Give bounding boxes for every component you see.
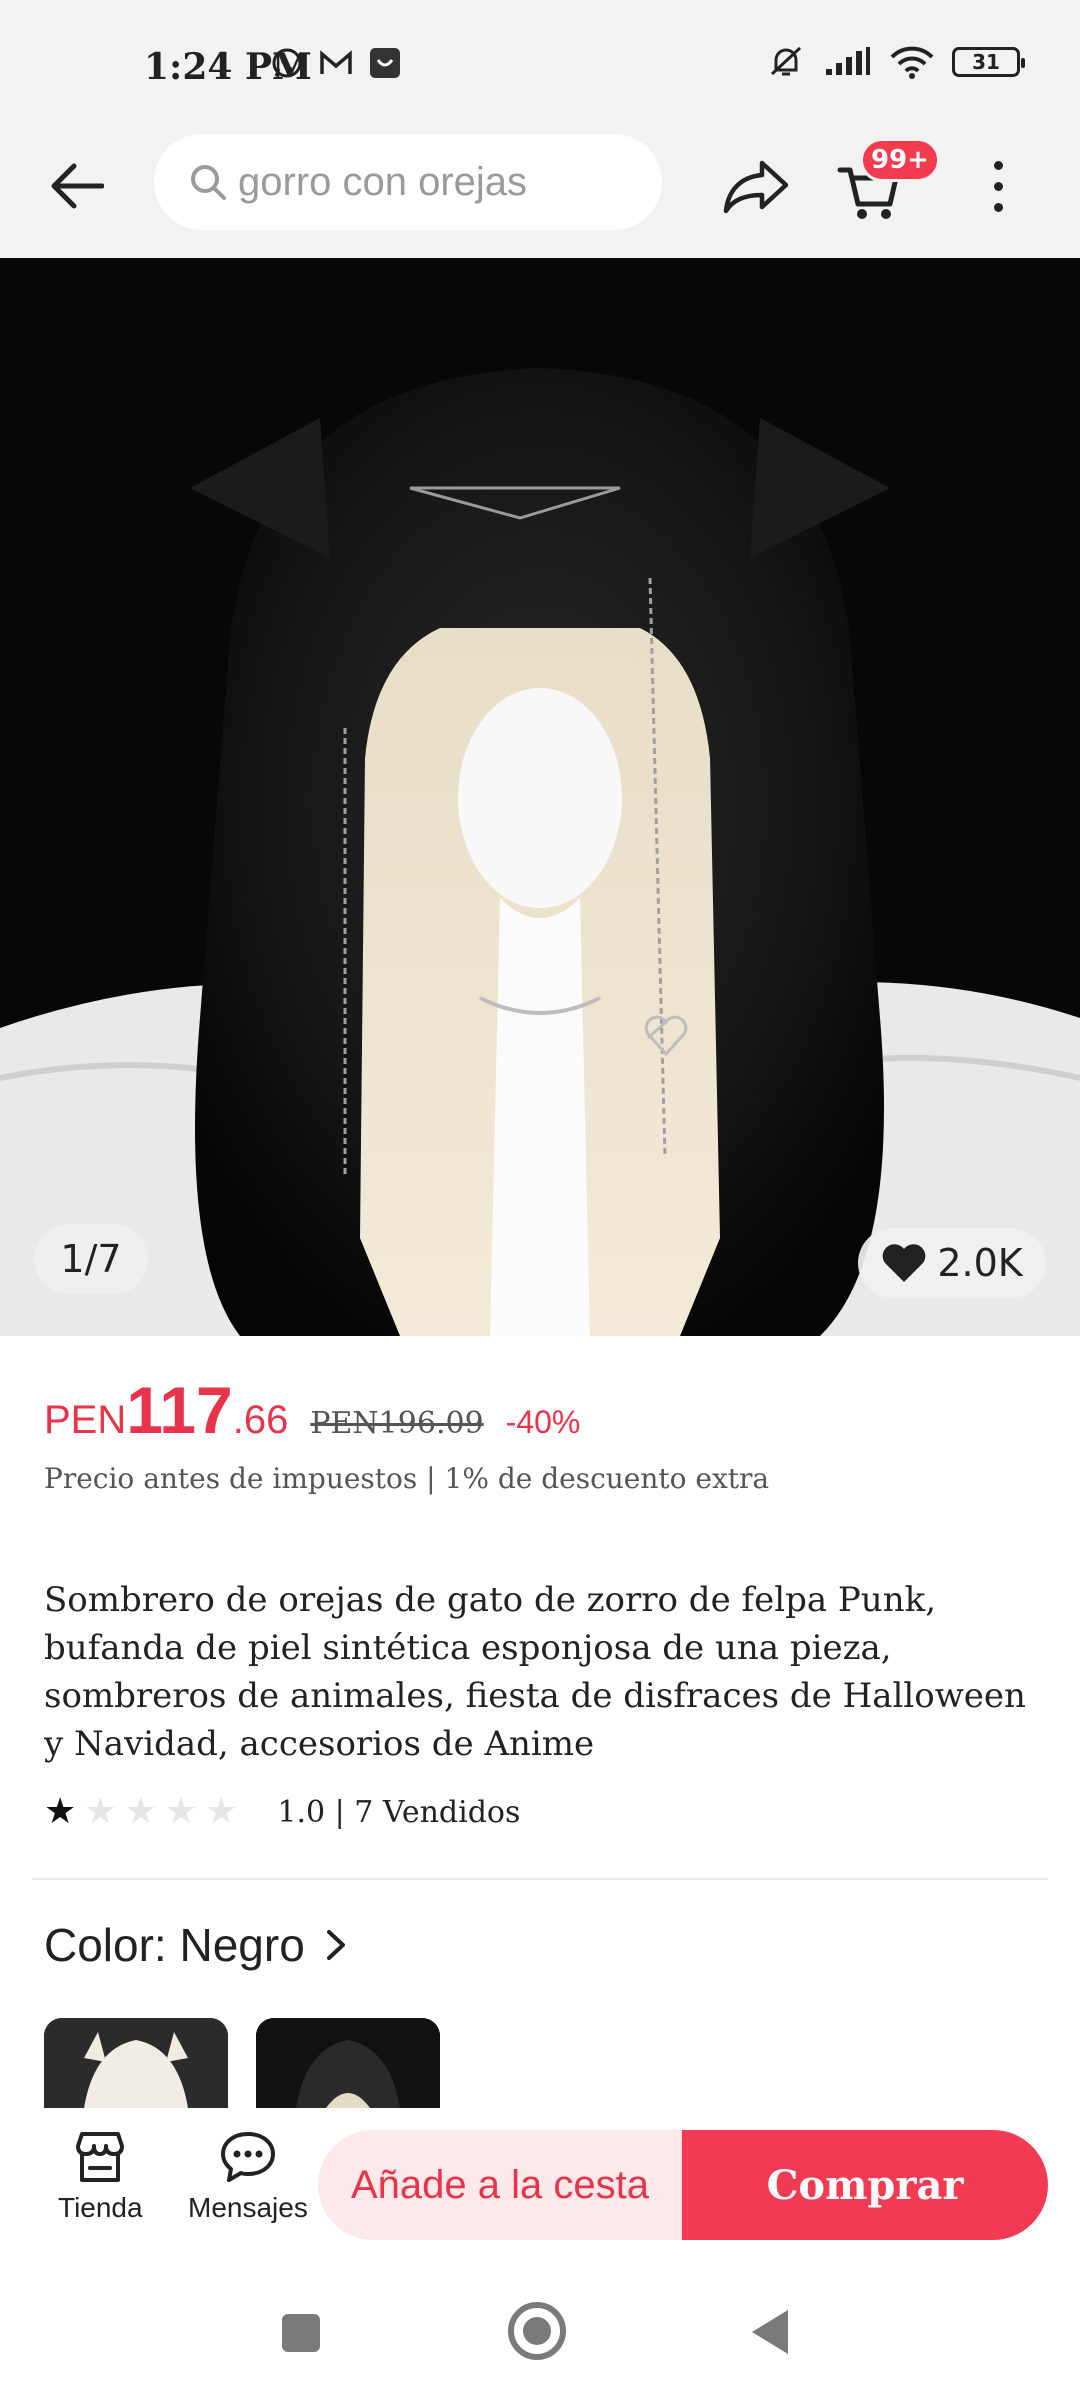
recent-apps-icon[interactable]	[282, 2314, 320, 2352]
cart-count-badge: 99+	[860, 138, 940, 182]
price-integer: 117	[126, 1373, 233, 1447]
color-swatch-black[interactable]	[256, 2018, 440, 2108]
status-bar: 1:24 PM 31	[0, 0, 1080, 130]
store-label: Tienda	[58, 2192, 143, 2223]
add-to-cart-button[interactable]: Añade a la cesta	[318, 2130, 682, 2240]
star-empty-icon: ★	[164, 1791, 198, 1832]
buy-now-button[interactable]: Comprar	[682, 2130, 1048, 2240]
battery-level: 31	[972, 50, 1000, 74]
store-button[interactable]: Tienda	[58, 2130, 143, 2224]
star-empty-icon: ★	[84, 1791, 117, 1832]
battery-icon: 31	[952, 47, 1025, 77]
store-icon	[76, 2132, 125, 2182]
rating-and-sold: 1.0 | 7 Vendidos	[277, 1794, 521, 1830]
signal-icon	[826, 47, 870, 75]
wishlist-button[interactable]: 2.0K	[858, 1228, 1046, 1298]
dot-icon	[993, 181, 1003, 191]
star-filled-icon: ★	[44, 1791, 77, 1832]
discount-badge: -40%	[505, 1404, 581, 1440]
product-image-carousel[interactable]: 1/7 2.0K	[0, 258, 1080, 1336]
system-navigation-bar	[0, 2262, 1080, 2400]
mute-icon	[770, 46, 802, 76]
app-notification-icon	[370, 48, 400, 78]
heart-icon	[883, 1244, 926, 1282]
dot-icon	[993, 202, 1003, 212]
product-title: Sombrero de orejas de gato de zorro de f…	[44, 1580, 1026, 1764]
whatsapp-icon	[272, 48, 302, 78]
wifi-icon	[890, 46, 934, 79]
gmail-icon	[320, 50, 352, 74]
bottom-action-bar: Tienda Mensajes Añade a la cesta Comprar	[0, 2108, 1080, 2262]
cart-button[interactable]: 99+	[836, 138, 940, 224]
share-button[interactable]	[718, 150, 794, 222]
color-swatch-white[interactable]	[44, 2018, 228, 2108]
search-icon	[191, 165, 226, 200]
swatch-thumbnail	[256, 2018, 440, 2108]
notification-icons	[270, 46, 402, 80]
star-rating: ★ ★ ★ ★ ★	[44, 1794, 237, 1830]
messages-label: Mensajes	[188, 2192, 308, 2223]
price-row: PEN 117 .66 PEN196.09 -40%	[44, 1372, 580, 1448]
product-photo	[0, 258, 1080, 1336]
back-button[interactable]	[40, 150, 112, 222]
search-input[interactable]: gorro con orejas	[154, 134, 662, 230]
price-decimal: .66	[232, 1398, 289, 1442]
chevron-right-icon	[326, 1930, 345, 1960]
arrow-left-icon	[51, 163, 104, 209]
swatch-thumbnail	[44, 2018, 228, 2108]
likes-count: 2.0K	[937, 1241, 1023, 1285]
more-options-button[interactable]	[974, 150, 1022, 222]
search-placeholder: gorro con orejas	[238, 159, 528, 204]
chat-bubble-icon	[220, 2132, 275, 2182]
original-price: PEN196.09	[310, 1406, 484, 1441]
top-navigation: gorro con orejas 99+	[0, 130, 1080, 258]
system-back-icon[interactable]	[752, 2310, 788, 2354]
star-empty-icon: ★	[124, 1791, 157, 1832]
messages-button[interactable]: Mensajes	[188, 2130, 308, 2224]
star-empty-icon: ★	[205, 1791, 238, 1832]
color-label: Color: Negro	[44, 1919, 305, 1971]
rating-row[interactable]: ★ ★ ★ ★ ★ 1.0 | 7 Vendidos	[44, 1794, 520, 1830]
price-currency: PEN	[44, 1398, 127, 1442]
color-swatches	[44, 2018, 440, 2108]
share-icon	[723, 160, 789, 214]
tax-note: Precio antes de impuestos | 1% de descue…	[44, 1462, 770, 1495]
system-icons: 31	[766, 44, 1025, 80]
dot-icon	[993, 160, 1003, 170]
image-counter: 1/7	[34, 1224, 148, 1294]
home-icon[interactable]	[508, 2302, 566, 2360]
color-selector-header[interactable]: Color: Negro	[44, 1918, 347, 1972]
divider	[32, 1878, 1048, 1880]
